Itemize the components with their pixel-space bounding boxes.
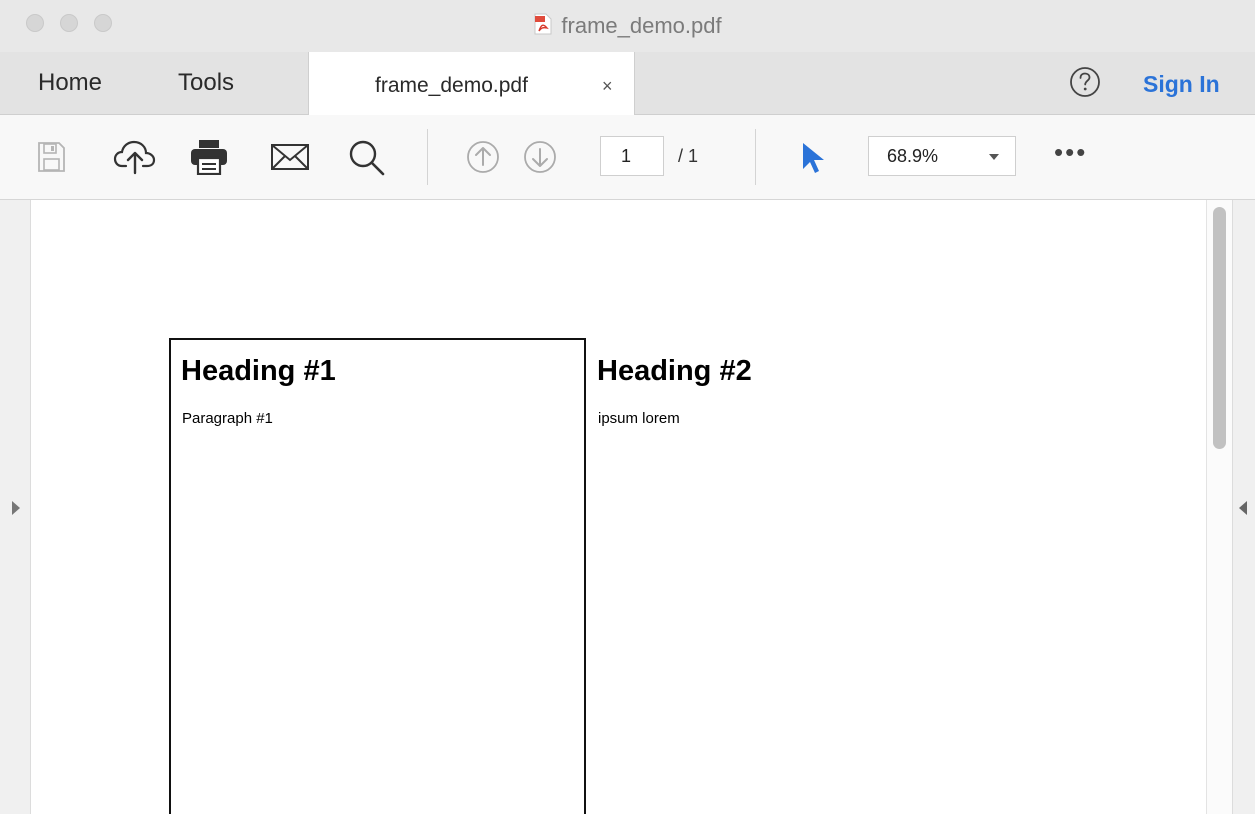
paragraph-1: Paragraph #1	[182, 410, 273, 427]
email-icon[interactable]	[270, 143, 310, 176]
toolbar: 1 / 1 68.9% •••	[0, 115, 1255, 200]
zoom-dropdown[interactable]: 68.9%	[868, 136, 1016, 176]
select-cursor-icon[interactable]	[800, 141, 828, 180]
heading-2: Heading #2	[597, 355, 752, 387]
expand-right-panel-icon[interactable]	[1239, 501, 1247, 515]
window-title-text: frame_demo.pdf	[561, 13, 722, 38]
title-bar: frame_demo.pdf	[0, 0, 1255, 53]
zoom-value: 68.9%	[887, 146, 939, 166]
toolbar-separator	[755, 129, 756, 185]
pdf-page: Heading #1 Paragraph #1 Heading #2 ipsum…	[31, 200, 1206, 814]
left-panel-rail[interactable]	[0, 200, 31, 814]
sign-in-link[interactable]: Sign In	[1143, 71, 1220, 98]
tab-document[interactable]: frame_demo.pdf ×	[308, 52, 635, 115]
close-tab-icon[interactable]: ×	[602, 76, 613, 97]
chevron-down-icon	[989, 154, 999, 160]
pdf-file-icon	[533, 13, 553, 41]
paragraph-2: ipsum lorem	[598, 410, 680, 427]
cloud-upload-icon[interactable]	[113, 139, 159, 180]
tab-row: Home Tools frame_demo.pdf × Sign In	[0, 52, 1255, 115]
tab-tools[interactable]: Tools	[178, 69, 234, 97]
page-number-input[interactable]: 1	[600, 136, 664, 176]
save-icon[interactable]	[36, 141, 66, 178]
expand-left-panel-icon[interactable]	[12, 501, 20, 515]
tab-document-label: frame_demo.pdf	[375, 74, 528, 97]
search-icon[interactable]	[348, 139, 386, 182]
previous-page-icon[interactable]	[465, 139, 501, 180]
window-title: frame_demo.pdf	[0, 13, 1255, 41]
next-page-icon[interactable]	[522, 139, 558, 180]
heading-1: Heading #1	[181, 355, 336, 387]
toolbar-separator	[427, 129, 428, 185]
print-icon[interactable]	[190, 139, 228, 180]
more-icon[interactable]: •••	[1054, 137, 1087, 168]
scrollbar-thumb[interactable]	[1213, 207, 1226, 449]
help-circle-icon[interactable]	[1068, 65, 1102, 99]
page-total: / 1	[678, 146, 699, 166]
acrobat-window: frame_demo.pdf Home Tools frame_demo.pdf…	[0, 0, 1255, 814]
tab-home[interactable]: Home	[38, 69, 102, 97]
document-area: Heading #1 Paragraph #1 Heading #2 ipsum…	[0, 200, 1255, 814]
